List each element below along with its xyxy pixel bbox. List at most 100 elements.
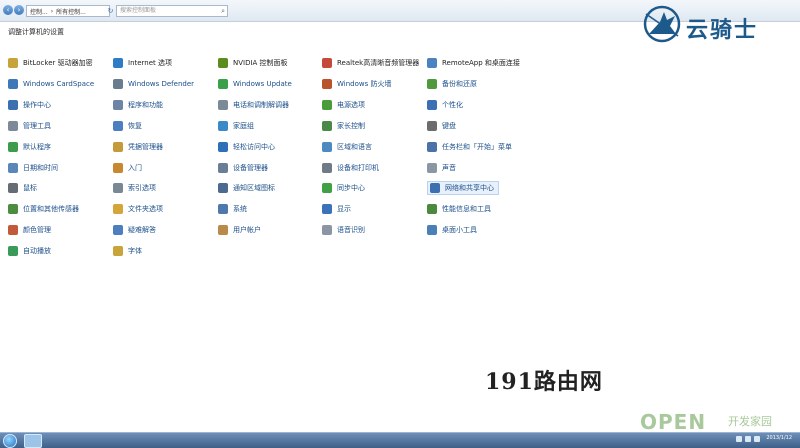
parental-control-icon [322,120,332,131]
control-panel-item[interactable]: 性能信息和工具 [427,202,491,216]
sync-center-icon [322,183,332,194]
control-panel-item[interactable]: 电源选项 [322,98,365,112]
control-panel-item-label: 电话和调制解调器 [233,100,289,109]
control-panel-item[interactable]: Windows Update [218,77,292,91]
control-panel-item[interactable]: RemoteApp 和桌面连接 [427,56,520,70]
breadcrumb-control-panel[interactable]: 控制... [30,7,48,16]
credential-manager-icon [113,141,123,152]
control-panel-item[interactable]: 同步中心 [322,181,365,195]
control-panel-item-label: 显示 [337,205,351,214]
taskbar: 2013/1/12 [0,432,800,448]
control-panel-item[interactable]: 系统 [218,202,247,216]
search-icon[interactable]: ⌕ [221,6,225,16]
control-panel-item[interactable]: Windows Defender [113,77,194,91]
control-panel-item[interactable]: 设备管理器 [218,161,268,175]
control-panel-item-label: 鼠标 [23,184,37,193]
backup-icon [427,78,437,89]
control-panel-item[interactable]: 用户帐户 [218,223,261,237]
control-panel-item[interactable]: 颜色管理 [8,223,51,237]
control-panel-item[interactable]: 家长控制 [322,119,365,133]
control-panel-item[interactable]: 入门 [113,161,142,175]
control-panel-item[interactable]: Internet 选项 [113,56,172,70]
programs-icon [113,99,123,110]
control-panel-item[interactable]: 备份和还原 [427,77,477,91]
breadcrumb[interactable]: 控制... › 所有控制... [26,5,110,17]
control-panel-item-label: 默认程序 [23,142,51,151]
control-panel-item-label: 网络和共享中心 [445,184,494,193]
control-panel-item[interactable]: 默认程序 [8,140,51,154]
control-panel-item[interactable]: 桌面小工具 [427,223,477,237]
control-panel-item[interactable]: 电话和调制解调器 [218,98,289,112]
control-panel-item-label: 键盘 [442,121,456,130]
forward-icon[interactable]: › [14,5,24,15]
logo-text: 云骑士 [686,17,759,43]
control-panel-item[interactable]: 文件夹选项 [113,202,163,216]
search-input[interactable]: 搜索控制面板 ⌕ [116,5,228,17]
power-options-icon [322,99,332,110]
control-panel-item[interactable]: Realtek高清晰音频管理器 [322,56,419,70]
breadcrumb-all-items[interactable]: 所有控制... [56,7,86,16]
control-panel-item[interactable]: 显示 [322,202,351,216]
control-panel-item-label: 同步中心 [337,184,365,193]
control-panel-item[interactable]: 语音识别 [322,223,365,237]
control-panel-item[interactable]: 字体 [113,244,142,258]
control-panel-item-label: 轻松访问中心 [233,142,275,151]
control-panel-item[interactable]: 程序和功能 [113,98,163,112]
control-panel-item[interactable]: 操作中心 [8,98,51,112]
control-panel-item-label: Windows Defender [128,79,195,88]
bitlocker-icon [8,58,18,68]
user-accounts-icon [218,225,228,236]
control-panel-item-label: 文件夹选项 [128,205,163,214]
clock[interactable]: 2013/1/12 [766,435,792,441]
tray-icon[interactable] [745,436,751,442]
back-icon[interactable]: ‹ [3,5,13,15]
control-panel-item[interactable]: Windows 防火墙 [322,77,391,91]
control-panel-item[interactable]: BitLocker 驱动器加密 [8,56,93,70]
control-panel-item[interactable]: 索引选项 [113,181,156,195]
control-panel-item[interactable]: 恢复 [113,119,142,133]
desktop-gadgets-icon [427,225,437,236]
tray-icon[interactable] [754,436,760,442]
control-panel-item[interactable]: 网络和共享中心 [427,181,499,196]
control-panel-item[interactable]: 鼠标 [8,181,37,195]
tray-icon[interactable] [736,436,742,442]
control-panel-item-label: 恢复 [128,121,142,130]
control-panel-item-label: 个性化 [442,100,463,109]
control-panel-item[interactable]: 管理工具 [8,119,51,133]
control-panel-item-label: 区域和语言 [337,142,372,151]
control-panel-item[interactable]: 任务栏和「开始」菜单 [427,140,512,154]
control-panel-item-label: 用户帐户 [233,226,261,235]
control-panel-item[interactable]: 设备和打印机 [322,161,379,175]
control-panel-item-label: 家长控制 [337,121,365,130]
control-panel-item-label: 性能信息和工具 [442,205,491,214]
start-button[interactable] [3,434,17,448]
refresh-icon[interactable]: ↻ [106,5,115,17]
control-panel-item[interactable]: 键盘 [427,119,456,133]
fonts-icon [113,246,123,257]
taskbar-app-control-panel[interactable] [24,434,42,448]
control-panel-item[interactable]: 疑难解答 [113,223,156,237]
control-panel-item[interactable]: 家庭组 [218,119,254,133]
control-panel-item[interactable]: 自动播放 [8,244,51,258]
control-panel-item[interactable]: 日期和时间 [8,161,58,175]
control-panel-item-label: Windows Update [233,79,292,88]
control-panel-item-label: BitLocker 驱动器加密 [23,59,93,67]
control-panel-item-label: Windows CardSpace [23,79,95,88]
control-panel-item[interactable]: 位置和其他传感器 [8,202,79,216]
cardspace-icon [8,78,18,89]
mouse-icon [8,183,18,194]
control-panel-item[interactable]: 通知区域图标 [218,181,275,195]
clock-date: 2013/1/12 [766,435,792,441]
control-panel-item[interactable]: NVIDIA 控制面板 [218,56,288,70]
control-panel-item[interactable]: Windows CardSpace [8,77,94,91]
control-panel-item-label: 字体 [128,247,142,256]
control-panel-item-label: 日期和时间 [23,163,58,172]
control-panel-item[interactable]: 声音 [427,161,456,175]
control-panel-item[interactable]: 区域和语言 [322,140,372,154]
ease-of-access-icon [218,141,228,152]
control-panel-item[interactable]: 凭据管理器 [113,140,163,154]
control-panel-item[interactable]: 轻松访问中心 [218,140,275,154]
control-panel-item[interactable]: 个性化 [427,98,463,112]
realtek-audio-icon [322,58,332,68]
control-panel-item-label: 程序和功能 [128,100,163,109]
